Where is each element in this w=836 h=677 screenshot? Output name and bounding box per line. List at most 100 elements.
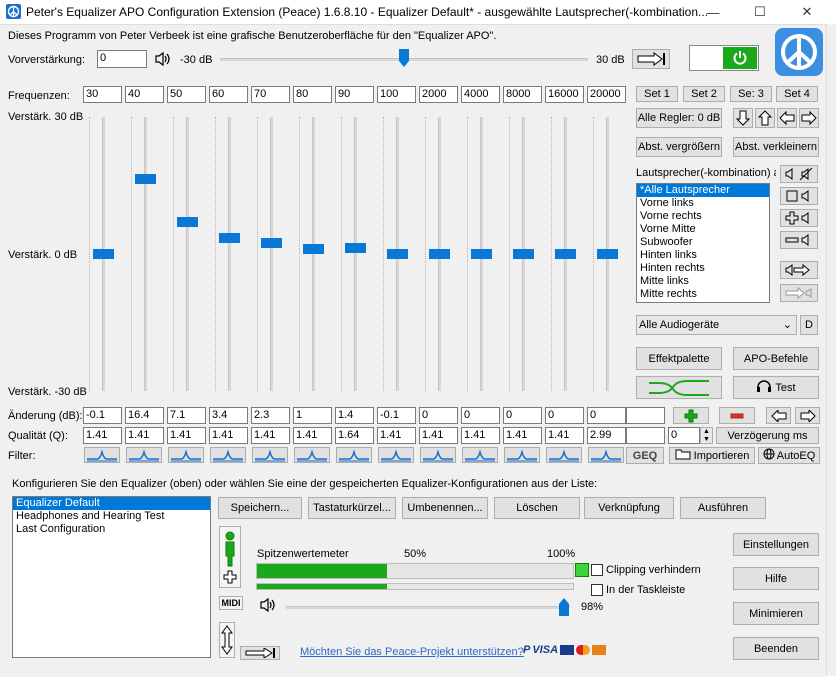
- volume-slider-thumb[interactable]: [559, 598, 570, 616]
- set-4-button[interactable]: Set 4: [776, 86, 818, 102]
- all-sliders-zero-button[interactable]: Alle Regler: 0 dB: [636, 108, 722, 128]
- maximize-window-button[interactable]: ☐: [737, 0, 783, 24]
- eq-slider-thumb[interactable]: [345, 242, 366, 253]
- remove-band-button[interactable]: [719, 407, 755, 424]
- frequency-input[interactable]: 2000: [419, 86, 458, 103]
- filter-type-button[interactable]: [588, 447, 624, 463]
- quality-input[interactable]: 1.41: [503, 427, 542, 444]
- quality-input[interactable]: 1.41: [251, 427, 290, 444]
- effects-palette-button[interactable]: Effektpalette: [636, 347, 722, 370]
- config-item[interactable]: Equalizer Default: [13, 497, 210, 510]
- frequency-input[interactable]: 20000: [587, 86, 626, 103]
- quit-button[interactable]: Beenden: [733, 637, 819, 660]
- preamp-input[interactable]: 0: [97, 50, 147, 68]
- add-band-button[interactable]: [673, 407, 709, 424]
- config-item[interactable]: Last Configuration: [13, 523, 210, 536]
- filter-type-button[interactable]: [84, 447, 120, 463]
- autoeq-button[interactable]: AutoEQ: [758, 447, 820, 464]
- frequency-input[interactable]: 4000: [461, 86, 500, 103]
- gain-input[interactable]: 2.3: [251, 407, 290, 424]
- minimize-app-button[interactable]: Minimieren: [733, 602, 819, 625]
- frequency-input[interactable]: 100: [377, 86, 416, 103]
- arrow-up-button[interactable]: [755, 108, 775, 128]
- extra-gain-input[interactable]: [626, 407, 665, 424]
- person-add-button[interactable]: [219, 526, 241, 588]
- delay-input[interactable]: 0: [668, 427, 700, 444]
- eq-slider-track[interactable]: [228, 117, 231, 391]
- frequency-input[interactable]: 40: [125, 86, 164, 103]
- set-3-button[interactable]: Se: 3: [730, 86, 772, 102]
- speaker-item[interactable]: Hinten links: [637, 249, 769, 262]
- payment-logos[interactable]: P VISA: [523, 642, 607, 658]
- band-left-button[interactable]: [766, 407, 791, 424]
- clipping-checkbox[interactable]: [591, 564, 603, 576]
- frequency-input[interactable]: 30: [83, 86, 122, 103]
- eq-slider-track[interactable]: [144, 117, 147, 391]
- arrow-down-button[interactable]: [733, 108, 753, 128]
- filter-type-button[interactable]: [378, 447, 414, 463]
- eq-slider-track[interactable]: [354, 117, 357, 391]
- quality-input[interactable]: 1.41: [167, 427, 206, 444]
- gain-input[interactable]: -0.1: [377, 407, 416, 424]
- quality-input[interactable]: 1.41: [461, 427, 500, 444]
- quality-input[interactable]: 1.64: [335, 427, 374, 444]
- eq-slider-thumb[interactable]: [303, 244, 324, 255]
- speaker-item[interactable]: Hinten rechts: [637, 262, 769, 275]
- minimize-window-button[interactable]: —: [690, 0, 736, 24]
- quality-input[interactable]: 1.41: [125, 427, 164, 444]
- device-d-button[interactable]: D: [800, 315, 818, 335]
- gain-input[interactable]: 7.1: [167, 407, 206, 424]
- set-2-button[interactable]: Set 2: [683, 86, 725, 102]
- gain-input[interactable]: 1: [293, 407, 332, 424]
- speaker-copy-button[interactable]: [780, 284, 818, 302]
- quality-input[interactable]: 1.41: [377, 427, 416, 444]
- speaker-item[interactable]: Mitte rechts: [637, 288, 769, 301]
- settings-button[interactable]: Einstellungen: [733, 533, 819, 556]
- frequency-input[interactable]: 16000: [545, 86, 584, 103]
- eq-slider-thumb[interactable]: [429, 249, 450, 259]
- filter-type-button[interactable]: [210, 447, 246, 463]
- shrink-spacing-button[interactable]: Abst. verkleinern: [733, 137, 819, 157]
- preamp-apply-arrow-button[interactable]: [632, 49, 670, 69]
- delete-button[interactable]: Löschen: [494, 497, 580, 519]
- speaker-item[interactable]: *Alle Lautsprecher: [637, 184, 769, 197]
- quality-input[interactable]: 1.41: [83, 427, 122, 444]
- expand-spacing-button[interactable]: Abst. vergrößern: [636, 137, 722, 157]
- gain-input[interactable]: 1.4: [335, 407, 374, 424]
- quality-input[interactable]: 1.41: [293, 427, 332, 444]
- frequency-input[interactable]: 8000: [503, 86, 542, 103]
- filter-type-button[interactable]: [504, 447, 540, 463]
- speaker-item[interactable]: Vorne rechts: [637, 210, 769, 223]
- config-listbox[interactable]: Equalizer Default Headphones and Hearing …: [12, 496, 211, 658]
- gain-input[interactable]: 0: [545, 407, 584, 424]
- filter-curve-button[interactable]: [636, 376, 722, 399]
- band-right-button[interactable]: [795, 407, 820, 424]
- gain-input[interactable]: 0: [419, 407, 458, 424]
- extra-quality-input[interactable]: [626, 427, 665, 444]
- filter-type-button[interactable]: [336, 447, 372, 463]
- speaker-item[interactable]: Vorne Mitte: [637, 223, 769, 236]
- midi-button[interactable]: MIDI: [219, 596, 243, 610]
- preamp-slider-thumb[interactable]: [399, 49, 409, 67]
- eq-slider-thumb[interactable]: [555, 249, 576, 259]
- speaker-mute-button[interactable]: [780, 165, 818, 183]
- eq-slider-track[interactable]: [270, 117, 273, 391]
- eq-slider-thumb[interactable]: [471, 249, 492, 259]
- eq-slider-thumb[interactable]: [135, 174, 156, 185]
- eq-slider-thumb[interactable]: [93, 249, 114, 260]
- frequency-input[interactable]: 50: [167, 86, 206, 103]
- gain-input[interactable]: 0: [503, 407, 542, 424]
- delay-ms-button[interactable]: Verzögerung ms: [716, 427, 819, 444]
- speaker-item[interactable]: Mitte links: [637, 275, 769, 288]
- filter-type-button[interactable]: [294, 447, 330, 463]
- arrow-right-button[interactable]: [799, 108, 819, 128]
- geq-button[interactable]: GEQ: [626, 447, 664, 464]
- gain-input[interactable]: 0: [587, 407, 626, 424]
- filter-type-button[interactable]: [126, 447, 162, 463]
- power-toggle[interactable]: [689, 45, 759, 71]
- support-link[interactable]: Möchten Sie das Peace-Projekt unterstütz…: [300, 646, 524, 658]
- rename-button[interactable]: Umbenennen...: [402, 497, 488, 519]
- audio-device-select[interactable]: Alle Audiogeräte ⌄: [636, 315, 797, 335]
- taskbar-checkbox[interactable]: [591, 584, 603, 596]
- window-scrollbar[interactable]: [826, 24, 836, 676]
